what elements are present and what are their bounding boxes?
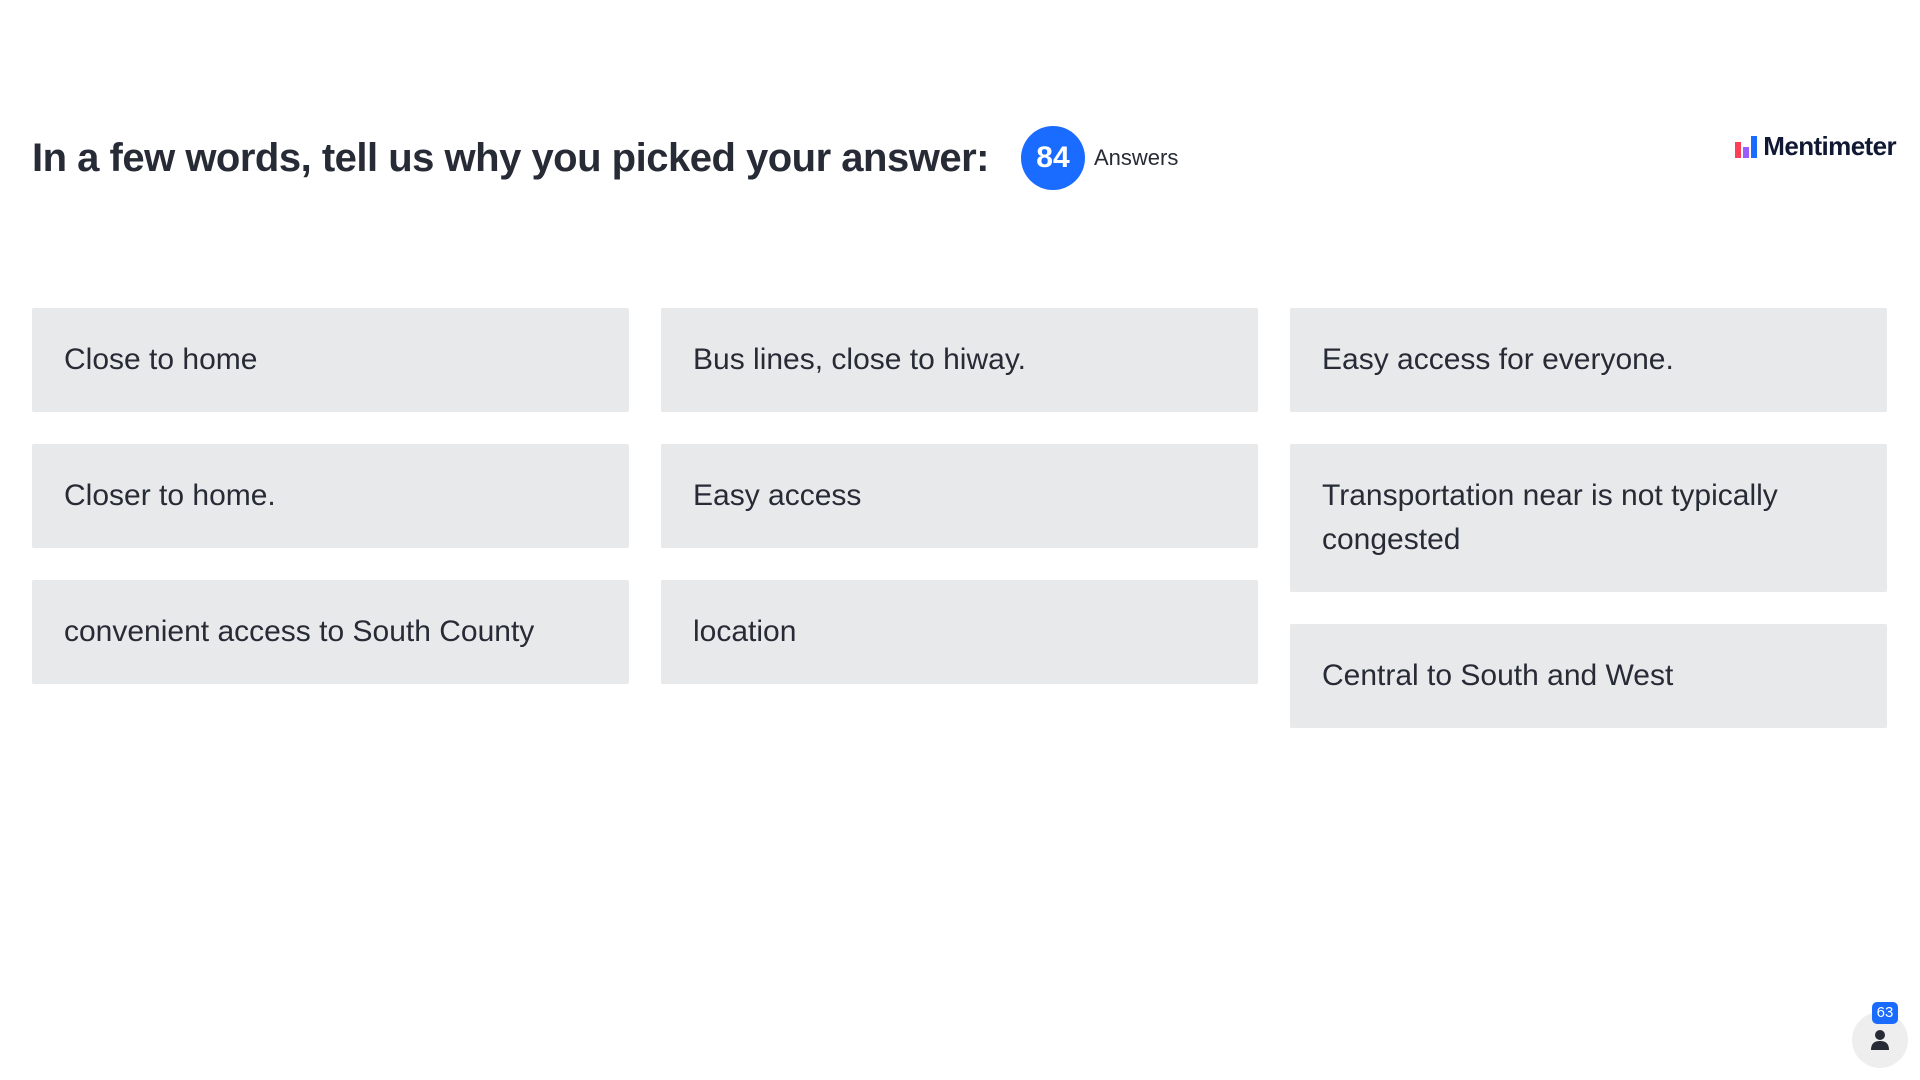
presentation-slide: In a few words, tell us why you picked y… [0,0,1920,1080]
person-icon [1871,1030,1889,1050]
response-card: Easy access [661,444,1258,548]
logo-wordmark: Mentimeter [1763,131,1896,161]
response-card: Transportation near is not typically con… [1290,444,1887,592]
response-card: convenient access to South County [32,580,629,684]
response-card: Central to South and West [1290,624,1887,728]
slide-header: In a few words, tell us why you picked y… [32,120,1178,196]
response-card: Easy access for everyone. [1290,308,1887,412]
response-card: Bus lines, close to hiway. [661,308,1258,412]
mentimeter-logo: Mentimeter [1735,131,1897,162]
responses-column-1: Close to home Closer to home. convenient… [32,308,629,728]
answer-count-badge: 84 [1020,126,1085,190]
response-card: location [661,580,1258,684]
response-card: Closer to home. [32,444,629,548]
participants-count-badge: 63 [1872,1002,1898,1024]
mentimeter-bars-icon [1735,135,1758,158]
response-card: Close to home [32,308,629,412]
answer-count-label: Answers [1093,145,1179,170]
responses-grid: Close to home Closer to home. convenient… [32,308,1887,728]
responses-column-2: Bus lines, close to hiway. Easy access l… [661,308,1258,728]
question-title: In a few words, tell us why you picked y… [32,135,989,180]
responses-column-3: Easy access for everyone. Transportation… [1290,308,1887,728]
